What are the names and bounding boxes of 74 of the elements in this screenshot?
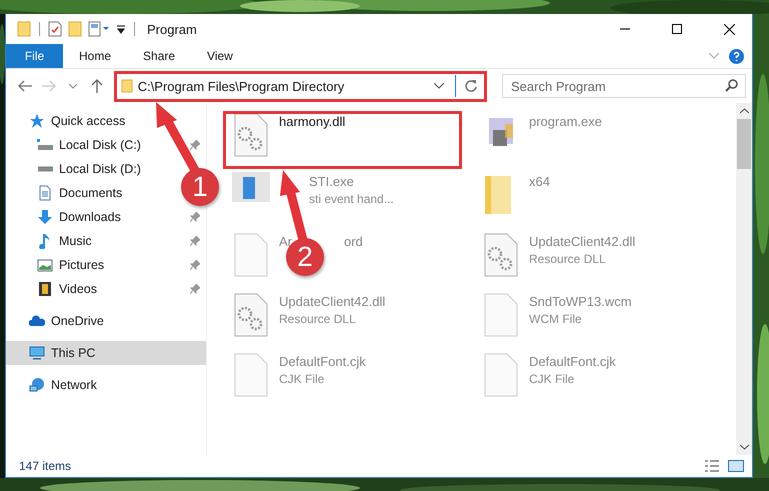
large-icons-view-icon[interactable]	[728, 459, 744, 473]
checklist-icon[interactable]	[48, 21, 62, 37]
file-name: UpdateClient42.dll	[279, 294, 386, 309]
film-icon	[37, 281, 53, 297]
file-type: Resource DLL	[279, 312, 357, 326]
sidebar-item[interactable]: Pictures	[6, 253, 206, 277]
back-arrow-icon	[18, 80, 32, 92]
window-title: Program	[147, 22, 197, 36]
sidebar-item[interactable]: Network	[6, 373, 103, 397]
file-name: STI.exe	[309, 174, 355, 189]
ribbon-tab[interactable]: View	[191, 44, 249, 68]
folder-icon	[120, 78, 133, 94]
sidebar-item[interactable]: Downloads	[6, 205, 206, 229]
forward-arrow-icon	[42, 80, 56, 92]
download-arrow-icon	[37, 209, 53, 225]
maximize-icon	[672, 24, 682, 34]
up-arrow-icon	[90, 79, 103, 93]
file-type: CJK File	[529, 372, 576, 386]
monitor-icon	[29, 345, 45, 361]
folder-icon	[17, 21, 31, 37]
address-bar[interactable]: C:\Program Files\Program Directory	[114, 70, 488, 102]
sidebar-item[interactable]: Music	[6, 229, 206, 253]
refresh-icon[interactable]	[464, 79, 478, 93]
pin-icon[interactable]	[190, 260, 200, 270]
drive-icon	[37, 139, 53, 151]
file-type: Resource DLL	[529, 252, 607, 266]
star-icon	[29, 113, 45, 129]
properties-icon[interactable]	[88, 21, 110, 37]
dropdown-icon[interactable]	[116, 24, 126, 34]
minimize-icon	[620, 28, 630, 30]
close-icon	[724, 24, 734, 34]
file-menu-tab[interactable]: File	[6, 44, 63, 68]
pin-icon[interactable]	[190, 236, 200, 246]
ribbon-tab[interactable]: Share	[127, 44, 192, 68]
file-name: UpdateClient42.dll	[529, 234, 636, 249]
search-field[interactable]: Search Program	[502, 74, 746, 98]
folder-icon	[68, 21, 82, 37]
address-path: C:\Program Files\Program Directory	[138, 78, 346, 94]
scroll-down-icon[interactable]	[740, 444, 748, 450]
chevron-down-icon	[68, 84, 77, 88]
chevron-down-icon[interactable]	[434, 83, 444, 89]
pin-icon[interactable]	[190, 284, 200, 294]
search-icon[interactable]	[725, 79, 738, 92]
network-icon	[29, 377, 45, 393]
sidebar-item[interactable]: Videos	[6, 277, 206, 301]
file-name: x64	[529, 174, 550, 189]
file-name: harmony.dll	[279, 114, 346, 129]
file-name: ord	[344, 234, 363, 249]
item-count: 147 items	[19, 459, 72, 473]
pin-icon[interactable]	[190, 212, 200, 222]
pin-icon[interactable]	[190, 140, 200, 150]
sidebar-item[interactable]: Documents	[6, 181, 128, 205]
application-icon	[231, 172, 271, 202]
file-type: WCM File	[529, 312, 583, 326]
document-icon	[37, 185, 53, 201]
sidebar-item[interactable]: This PC	[6, 341, 206, 365]
file-name: DefaultFont.cjk	[529, 354, 616, 369]
sidebar-item[interactable]: Local Disk (C:)	[6, 133, 206, 157]
file-name: DefaultFont.cjk	[279, 354, 366, 369]
sidebar-item[interactable]: Local Disk (D:)	[6, 157, 147, 181]
picture-icon	[37, 257, 53, 273]
help-icon[interactable]	[729, 48, 744, 64]
cloud-icon	[29, 313, 45, 329]
file-name: program.exe	[529, 114, 602, 129]
scroll-up-icon[interactable]	[740, 108, 748, 114]
details-view-icon[interactable]	[704, 459, 720, 473]
ribbon-tab[interactable]: Home	[63, 44, 128, 68]
drive-icon	[37, 166, 53, 172]
scrollbar-thumb[interactable]	[737, 119, 751, 169]
sidebar-item[interactable]: OneDrive	[6, 309, 110, 333]
sidebar-item[interactable]: Quick access	[6, 109, 132, 133]
file-type: CJK File	[279, 372, 326, 386]
file-type: sti event hand...	[309, 192, 394, 206]
file-name: SndToWP13.wcm	[529, 294, 632, 309]
